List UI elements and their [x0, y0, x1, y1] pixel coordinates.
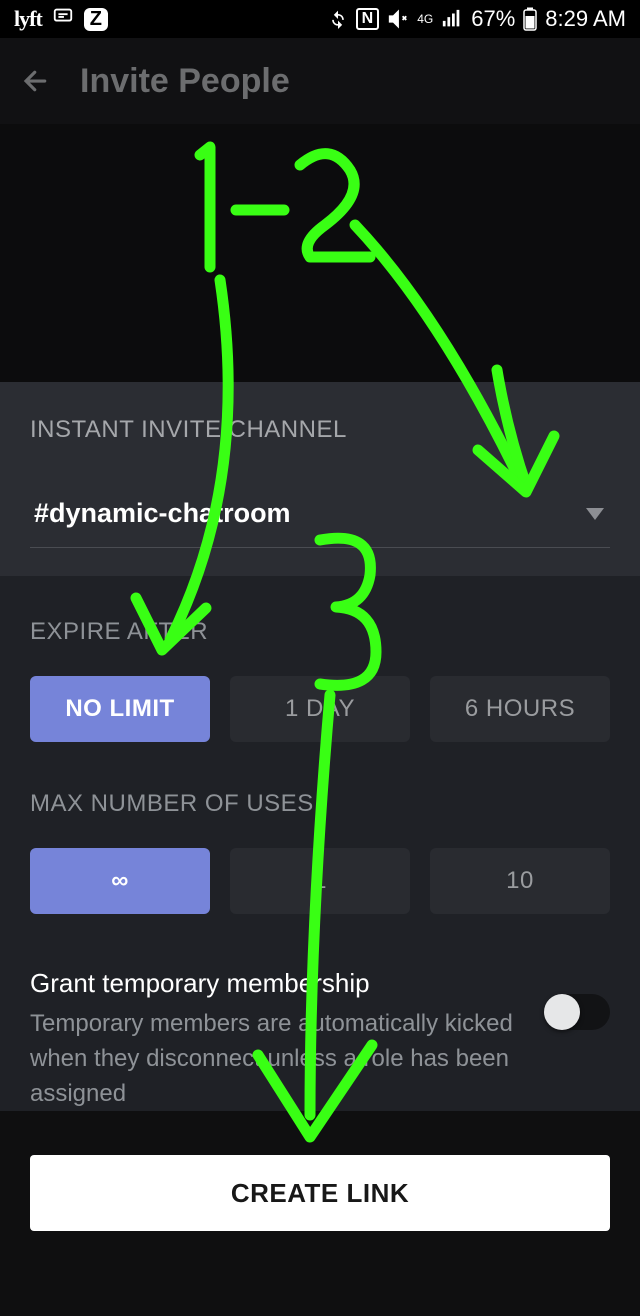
- battery-icon: [523, 7, 537, 31]
- z-app-icon: Z: [84, 8, 108, 31]
- invite-channel-label: INSTANT INVITE CHANNEL: [30, 416, 610, 444]
- signal-icon: [441, 8, 463, 30]
- nfc-icon: N: [356, 8, 380, 30]
- channel-dropdown[interactable]: #dynamic-chatroom: [30, 498, 610, 548]
- max-uses-option-1[interactable]: 1: [230, 848, 410, 914]
- max-uses-options: ∞ 1 10: [30, 848, 610, 914]
- messages-icon: [52, 5, 74, 33]
- temp-membership-desc: Temporary members are automatically kick…: [30, 1007, 522, 1111]
- status-bar: lyft Z N 4G 67% 8:29 AM: [0, 0, 640, 38]
- chevron-down-icon: [586, 508, 604, 520]
- channel-selected: #dynamic-chatroom: [34, 498, 291, 529]
- create-link-button[interactable]: CREATE LINK: [30, 1155, 610, 1231]
- expire-option-1-day[interactable]: 1 DAY: [230, 676, 410, 742]
- invite-channel-panel: INSTANT INVITE CHANNEL #dynamic-chatroom: [0, 382, 640, 576]
- expire-option-no-limit[interactable]: NO LIMIT: [30, 676, 210, 742]
- battery-percent: 67%: [471, 6, 515, 32]
- lyft-icon: lyft: [14, 6, 42, 32]
- header: Invite People: [0, 38, 640, 124]
- clock: 8:29 AM: [545, 6, 626, 32]
- network-type: 4G: [417, 13, 433, 25]
- mute-icon: [387, 8, 409, 30]
- temporary-membership-setting: Grant temporary membership Temporary mem…: [30, 968, 610, 1111]
- temp-membership-title: Grant temporary membership: [30, 968, 522, 999]
- expire-after-label: EXPIRE AFTER: [30, 618, 610, 646]
- max-uses-option-infinity[interactable]: ∞: [30, 848, 210, 914]
- max-uses-label: MAX NUMBER OF USES: [30, 790, 610, 818]
- sync-icon: [328, 9, 348, 29]
- expire-option-6-hours[interactable]: 6 HOURS: [430, 676, 610, 742]
- temp-membership-toggle[interactable]: [544, 994, 610, 1030]
- page-title: Invite People: [80, 62, 290, 101]
- back-button[interactable]: [20, 65, 52, 97]
- max-uses-option-10[interactable]: 10: [430, 848, 610, 914]
- expire-after-options: NO LIMIT 1 DAY 6 HOURS: [30, 676, 610, 742]
